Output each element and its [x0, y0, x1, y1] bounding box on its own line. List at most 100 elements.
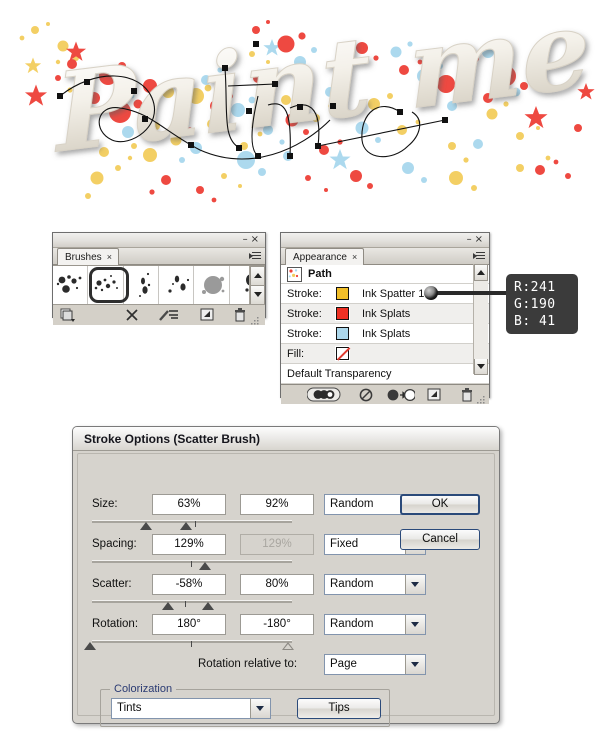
scatter-max-handle[interactable]: [202, 602, 214, 610]
resize-grip-icon[interactable]: [251, 313, 260, 331]
brush-swatch[interactable]: [123, 266, 159, 304]
scatter-mode-select[interactable]: Random: [324, 574, 426, 595]
stroke-options-dialog[interactable]: Stroke Options (Scatter Brush) Size: 63%…: [72, 426, 500, 727]
rotation-slider-tick: [191, 641, 192, 647]
size-label: Size:: [92, 498, 118, 510]
appearance-window-buttons[interactable]: –×: [467, 234, 486, 245]
appearance-row-stroke-2[interactable]: Stroke: Ink Splats: [281, 304, 489, 324]
chevron-down-icon[interactable]: [250, 699, 270, 718]
scroll-down-button[interactable]: [474, 359, 488, 375]
size-slider-track[interactable]: [92, 520, 292, 530]
spacing-slider-track[interactable]: [92, 560, 292, 570]
size-min-field[interactable]: 63%: [152, 494, 226, 515]
spacing-label: Spacing:: [92, 538, 137, 550]
artwork-canvas: Paint me: [0, 0, 600, 215]
brushes-tabrow: Brushes ×: [53, 248, 265, 265]
close-icon[interactable]: ×: [352, 252, 357, 262]
rotation-max-field[interactable]: -180°: [240, 614, 314, 635]
appearance-row-fill[interactable]: Fill:: [281, 344, 489, 364]
brushes-panel[interactable]: –× Brushes ×: [52, 232, 266, 325]
delete-selected-item-icon[interactable]: [460, 387, 474, 407]
scroll-down-button[interactable]: [250, 286, 265, 305]
rotation-relative-label: Rotation relative to:: [198, 658, 298, 670]
brush-swatch-selected[interactable]: [88, 266, 124, 304]
brushes-swatch-area[interactable]: [53, 265, 265, 305]
fill-none-swatch[interactable]: [335, 346, 350, 361]
path-thumbnail-icon: [287, 266, 302, 282]
stroke-color-swatch[interactable]: [335, 286, 350, 301]
brushes-scrollbar[interactable]: [249, 266, 265, 305]
cancel-label: Cancel: [422, 533, 458, 545]
spacing-min-field[interactable]: 129%: [152, 534, 226, 555]
appearance-tabrow: Appearance ×: [281, 248, 489, 265]
brush-swatch[interactable]: [194, 266, 230, 304]
brush-swatch[interactable]: [53, 266, 89, 304]
appearance-row-stroke-3[interactable]: Stroke: Ink Splats: [281, 324, 489, 344]
spacing-handle[interactable]: [199, 562, 211, 570]
clear-appearance-icon[interactable]: [359, 388, 373, 407]
resize-grip-icon[interactable]: [477, 392, 486, 410]
close-icon[interactable]: ×: [107, 252, 112, 262]
add-new-stroke-icon[interactable]: [306, 387, 341, 407]
appearance-object-label: Path: [308, 268, 332, 280]
close-icon[interactable]: ×: [251, 234, 262, 245]
minimize-icon[interactable]: –: [467, 234, 475, 245]
appearance-footer: [281, 384, 489, 404]
tab-brushes[interactable]: Brushes ×: [57, 248, 119, 265]
minimize-icon[interactable]: –: [243, 234, 251, 245]
appearance-list[interactable]: Path Stroke: Ink Spatter 1 Stroke: Ink S…: [281, 265, 489, 384]
size-max-field[interactable]: 92%: [240, 494, 314, 515]
row-label: Fill:: [287, 347, 305, 360]
rotation-relative-select[interactable]: Page: [324, 654, 426, 675]
rotation-slider-track[interactable]: [84, 640, 294, 650]
reduce-to-basic-appearance-icon[interactable]: [387, 388, 417, 407]
cancel-button[interactable]: Cancel: [400, 529, 480, 550]
appearance-scrollbar[interactable]: [473, 264, 488, 375]
remove-brush-stroke-icon[interactable]: [124, 308, 140, 327]
scatter-min-handle[interactable]: [162, 602, 174, 610]
brushes-footer: [53, 304, 265, 325]
duplicate-selected-item-icon[interactable]: [427, 388, 442, 407]
scatter-slider-track[interactable]: [92, 600, 292, 610]
scroll-up-button[interactable]: [250, 266, 265, 286]
size-slider-tick: [195, 521, 196, 527]
scatter-max-field[interactable]: 80%: [240, 574, 314, 595]
scroll-up-button[interactable]: [474, 264, 488, 281]
rotation-label: Rotation:: [92, 618, 139, 630]
stroke-color-swatch[interactable]: [335, 306, 350, 321]
close-icon[interactable]: ×: [475, 234, 486, 245]
stroke-color-swatch[interactable]: [335, 326, 350, 341]
libraries-menu-icon[interactable]: [59, 308, 76, 327]
spacing-slider-tick: [191, 561, 192, 567]
chevron-down-icon[interactable]: [405, 575, 425, 594]
rotation-mode-select[interactable]: Random: [324, 614, 426, 635]
colorization-select[interactable]: Tints: [111, 698, 271, 719]
tab-appearance[interactable]: Appearance ×: [285, 248, 365, 265]
new-brush-icon[interactable]: [200, 308, 215, 327]
options-of-selected-object-icon[interactable]: [158, 308, 180, 327]
row-value: Ink Splats: [362, 327, 411, 340]
brushes-window-buttons[interactable]: –×: [243, 234, 262, 245]
panel-menu-icon[interactable]: [249, 250, 262, 261]
rotation-min-handle[interactable]: [84, 642, 96, 650]
colorization-value: Tints: [117, 702, 142, 714]
brushes-panel-titlebar: –×: [53, 233, 265, 248]
rgb-callout: R:241 G:190 B: 41: [506, 274, 578, 334]
ok-button[interactable]: OK: [400, 494, 480, 515]
appearance-panel[interactable]: –× Appearance × Path Stroke: Ink Spatter …: [280, 232, 490, 404]
size-max-handle[interactable]: [180, 522, 192, 530]
tips-label: Tips: [328, 702, 350, 714]
appearance-row-transparency[interactable]: Default Transparency: [281, 364, 489, 384]
rotation-min-field[interactable]: 180°: [152, 614, 226, 635]
tips-button[interactable]: Tips: [297, 698, 381, 719]
chevron-down-icon[interactable]: [405, 655, 425, 674]
panel-menu-icon[interactable]: [473, 250, 486, 261]
brush-swatch[interactable]: [158, 266, 195, 304]
rotation-max-handle[interactable]: [282, 642, 294, 650]
scatter-min-field[interactable]: -58%: [152, 574, 226, 595]
delete-brush-icon[interactable]: [233, 308, 247, 327]
rgb-r-label: R:: [514, 280, 531, 295]
size-min-handle[interactable]: [140, 522, 152, 530]
chevron-down-icon[interactable]: [405, 615, 425, 634]
appearance-object-row[interactable]: Path: [281, 265, 489, 284]
